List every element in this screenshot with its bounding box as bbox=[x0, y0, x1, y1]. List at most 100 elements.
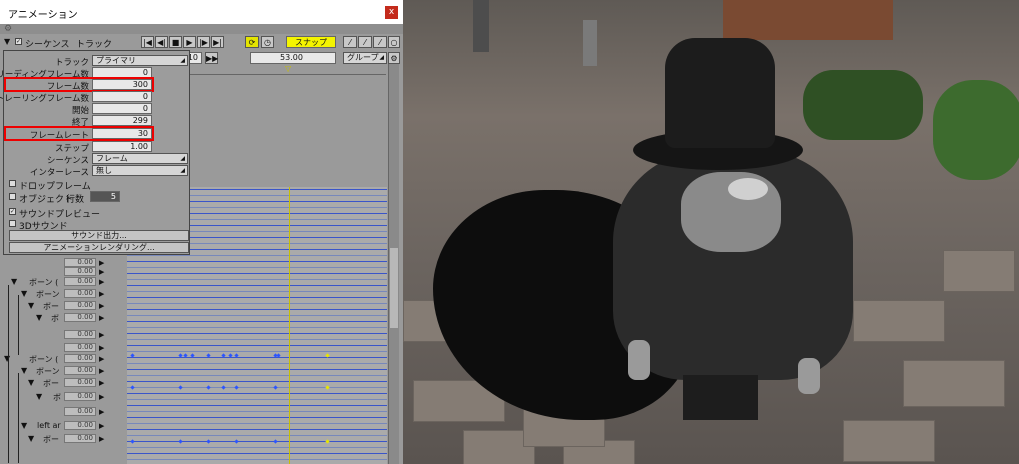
key-tool-4-icon[interactable]: ○ bbox=[388, 36, 400, 48]
collapse-icon[interactable]: ▼ bbox=[4, 37, 10, 46]
expand-arrow-icon[interactable]: ▶ bbox=[99, 408, 104, 416]
bone-value[interactable]: 0.00 bbox=[64, 421, 96, 430]
keyframe-marker[interactable] bbox=[206, 385, 211, 390]
group-settings-icon[interactable]: ⚙ bbox=[388, 52, 400, 64]
gear-icon[interactable]: ⚙ bbox=[4, 24, 12, 34]
cursor-marker-icon[interactable]: ▽ bbox=[285, 64, 291, 73]
expand-arrow-icon[interactable]: ▶ bbox=[99, 331, 104, 339]
expand-arrow-icon[interactable]: ▶ bbox=[99, 367, 104, 375]
expand-arrow-icon[interactable]: ▶ bbox=[99, 314, 104, 322]
keyframe-marker[interactable] bbox=[273, 385, 278, 390]
bone-value[interactable]: 0.00 bbox=[64, 330, 96, 339]
time-cursor[interactable] bbox=[289, 187, 290, 464]
object-checkbox[interactable] bbox=[9, 193, 16, 200]
step-forward-icon[interactable]: ▶▶ bbox=[205, 52, 218, 64]
keyframe-marker[interactable] bbox=[234, 385, 239, 390]
tree-toggle-icon[interactable]: ▼ bbox=[21, 289, 27, 298]
sequence-checkbox[interactable]: ✓ bbox=[15, 38, 22, 45]
sound-output-button[interactable]: サウンド出力... bbox=[9, 230, 189, 241]
keyframe-marker[interactable] bbox=[273, 439, 278, 444]
tree-node-bone[interactable]: ボ bbox=[51, 313, 59, 324]
keyframe-marker[interactable] bbox=[178, 439, 183, 444]
3d-viewport[interactable] bbox=[403, 0, 1019, 464]
drop-frame-checkbox[interactable] bbox=[9, 180, 16, 187]
rows-field[interactable]: 5 bbox=[90, 191, 120, 202]
tree-toggle-icon[interactable]: ▼ bbox=[28, 301, 34, 310]
start-field[interactable]: 0 bbox=[92, 103, 152, 114]
title-bar[interactable]: アニメーション x bbox=[0, 0, 403, 25]
bone-value[interactable]: 0.00 bbox=[64, 366, 96, 375]
render-animation-button[interactable]: アニメーションレンダリング... bbox=[9, 242, 189, 253]
tree-node-bone[interactable]: ボ bbox=[53, 392, 61, 403]
tree-node-bone[interactable]: ボー bbox=[43, 301, 59, 312]
time-field[interactable]: 53.00 bbox=[250, 52, 336, 64]
bone-value[interactable]: 0.00 bbox=[64, 313, 96, 322]
bone-value[interactable]: 0.00 bbox=[64, 354, 96, 363]
bone-value[interactable]: 0.00 bbox=[64, 277, 96, 286]
keyframe-marker[interactable] bbox=[130, 439, 135, 444]
keyframe-marker[interactable] bbox=[325, 439, 330, 444]
expand-arrow-icon[interactable]: ▶ bbox=[99, 393, 104, 401]
tree-toggle-icon[interactable]: ▼ bbox=[28, 434, 34, 443]
next-key-icon[interactable]: |▶ bbox=[197, 36, 210, 48]
expand-arrow-icon[interactable]: ▶ bbox=[99, 302, 104, 310]
tree-node-bone[interactable]: ボーン ( bbox=[29, 277, 58, 288]
expand-arrow-icon[interactable]: ▶ bbox=[99, 355, 104, 363]
keyframe-marker[interactable] bbox=[130, 385, 135, 390]
keyframe-marker[interactable] bbox=[221, 385, 226, 390]
3d-sound-checkbox[interactable] bbox=[9, 220, 16, 227]
loop-icon[interactable]: ⟳ bbox=[245, 36, 259, 48]
prev-key-icon[interactable]: ◀| bbox=[155, 36, 168, 48]
bone-value[interactable]: 0.00 bbox=[64, 258, 96, 267]
play-icon[interactable]: ▶ bbox=[183, 36, 196, 48]
expand-arrow-icon[interactable]: ▶ bbox=[99, 435, 104, 443]
keyframe-marker[interactable] bbox=[325, 385, 330, 390]
tree-toggle-icon[interactable]: ▼ bbox=[21, 421, 27, 430]
step-field[interactable]: 1.00 bbox=[92, 141, 152, 152]
keyframe-marker[interactable] bbox=[178, 385, 183, 390]
snap-button[interactable]: スナップ bbox=[286, 36, 336, 48]
expand-arrow-icon[interactable]: ▶ bbox=[99, 344, 104, 352]
stop-icon[interactable]: ■ bbox=[169, 36, 182, 48]
tree-node-bone[interactable]: ボー bbox=[43, 378, 59, 389]
tree-toggle-icon[interactable]: ▼ bbox=[36, 313, 42, 322]
keyframe-marker[interactable] bbox=[234, 439, 239, 444]
tree-toggle-icon[interactable]: ▼ bbox=[21, 366, 27, 375]
expand-arrow-icon[interactable]: ▶ bbox=[99, 422, 104, 430]
first-frame-icon[interactable]: |◀ bbox=[141, 36, 154, 48]
key-tool-2-icon[interactable]: ⁄ bbox=[358, 36, 372, 48]
sound-preview-checkbox[interactable]: ✓ bbox=[9, 208, 16, 215]
bone-value[interactable]: 0.00 bbox=[64, 378, 96, 387]
keyframe-marker[interactable] bbox=[206, 439, 211, 444]
tree-toggle-icon[interactable]: ▼ bbox=[11, 277, 17, 286]
bone-value[interactable]: 0.00 bbox=[64, 392, 96, 401]
expand-arrow-icon[interactable]: ▶ bbox=[99, 290, 104, 298]
bone-value[interactable]: 0.00 bbox=[64, 343, 96, 352]
expand-arrow-icon[interactable]: ▶ bbox=[99, 268, 104, 276]
scrollbar-thumb[interactable] bbox=[390, 248, 398, 328]
tree-node-bone[interactable]: ボーン bbox=[36, 366, 60, 377]
tree-node-bone[interactable]: ボー bbox=[43, 434, 59, 445]
bone-value[interactable]: 0.00 bbox=[64, 407, 96, 416]
end-field[interactable]: 299 bbox=[92, 115, 152, 126]
last-frame-icon[interactable]: ▶| bbox=[211, 36, 224, 48]
tree-toggle-icon[interactable]: ▼ bbox=[28, 378, 34, 387]
tree-toggle-icon[interactable]: ▼ bbox=[36, 392, 42, 401]
bone-value[interactable]: 0.00 bbox=[64, 267, 96, 276]
trailing-frames-field[interactable]: 0 bbox=[92, 91, 152, 102]
sequence-dropdown[interactable]: フレーム bbox=[92, 153, 188, 164]
bone-value[interactable]: 0.00 bbox=[64, 289, 96, 298]
expand-arrow-icon[interactable]: ▶ bbox=[99, 278, 104, 286]
clock-icon[interactable]: ◷ bbox=[261, 36, 274, 48]
expand-arrow-icon[interactable]: ▶ bbox=[99, 379, 104, 387]
timeline-scrollbar[interactable] bbox=[388, 64, 399, 464]
bone-value[interactable]: 0.00 bbox=[64, 301, 96, 310]
key-tool-3-icon[interactable]: ⁄ bbox=[373, 36, 387, 48]
group-dropdown[interactable]: グループ bbox=[343, 52, 387, 64]
close-button[interactable]: x bbox=[385, 6, 398, 19]
tree-node-bone[interactable]: ボーン ( bbox=[29, 354, 58, 365]
track-dropdown[interactable]: プライマリ bbox=[92, 55, 188, 66]
tree-node-bone[interactable]: ボーン bbox=[36, 289, 60, 300]
tree-node-left-arm[interactable]: left ar bbox=[37, 421, 61, 430]
key-tool-1-icon[interactable]: ⁄ bbox=[343, 36, 357, 48]
